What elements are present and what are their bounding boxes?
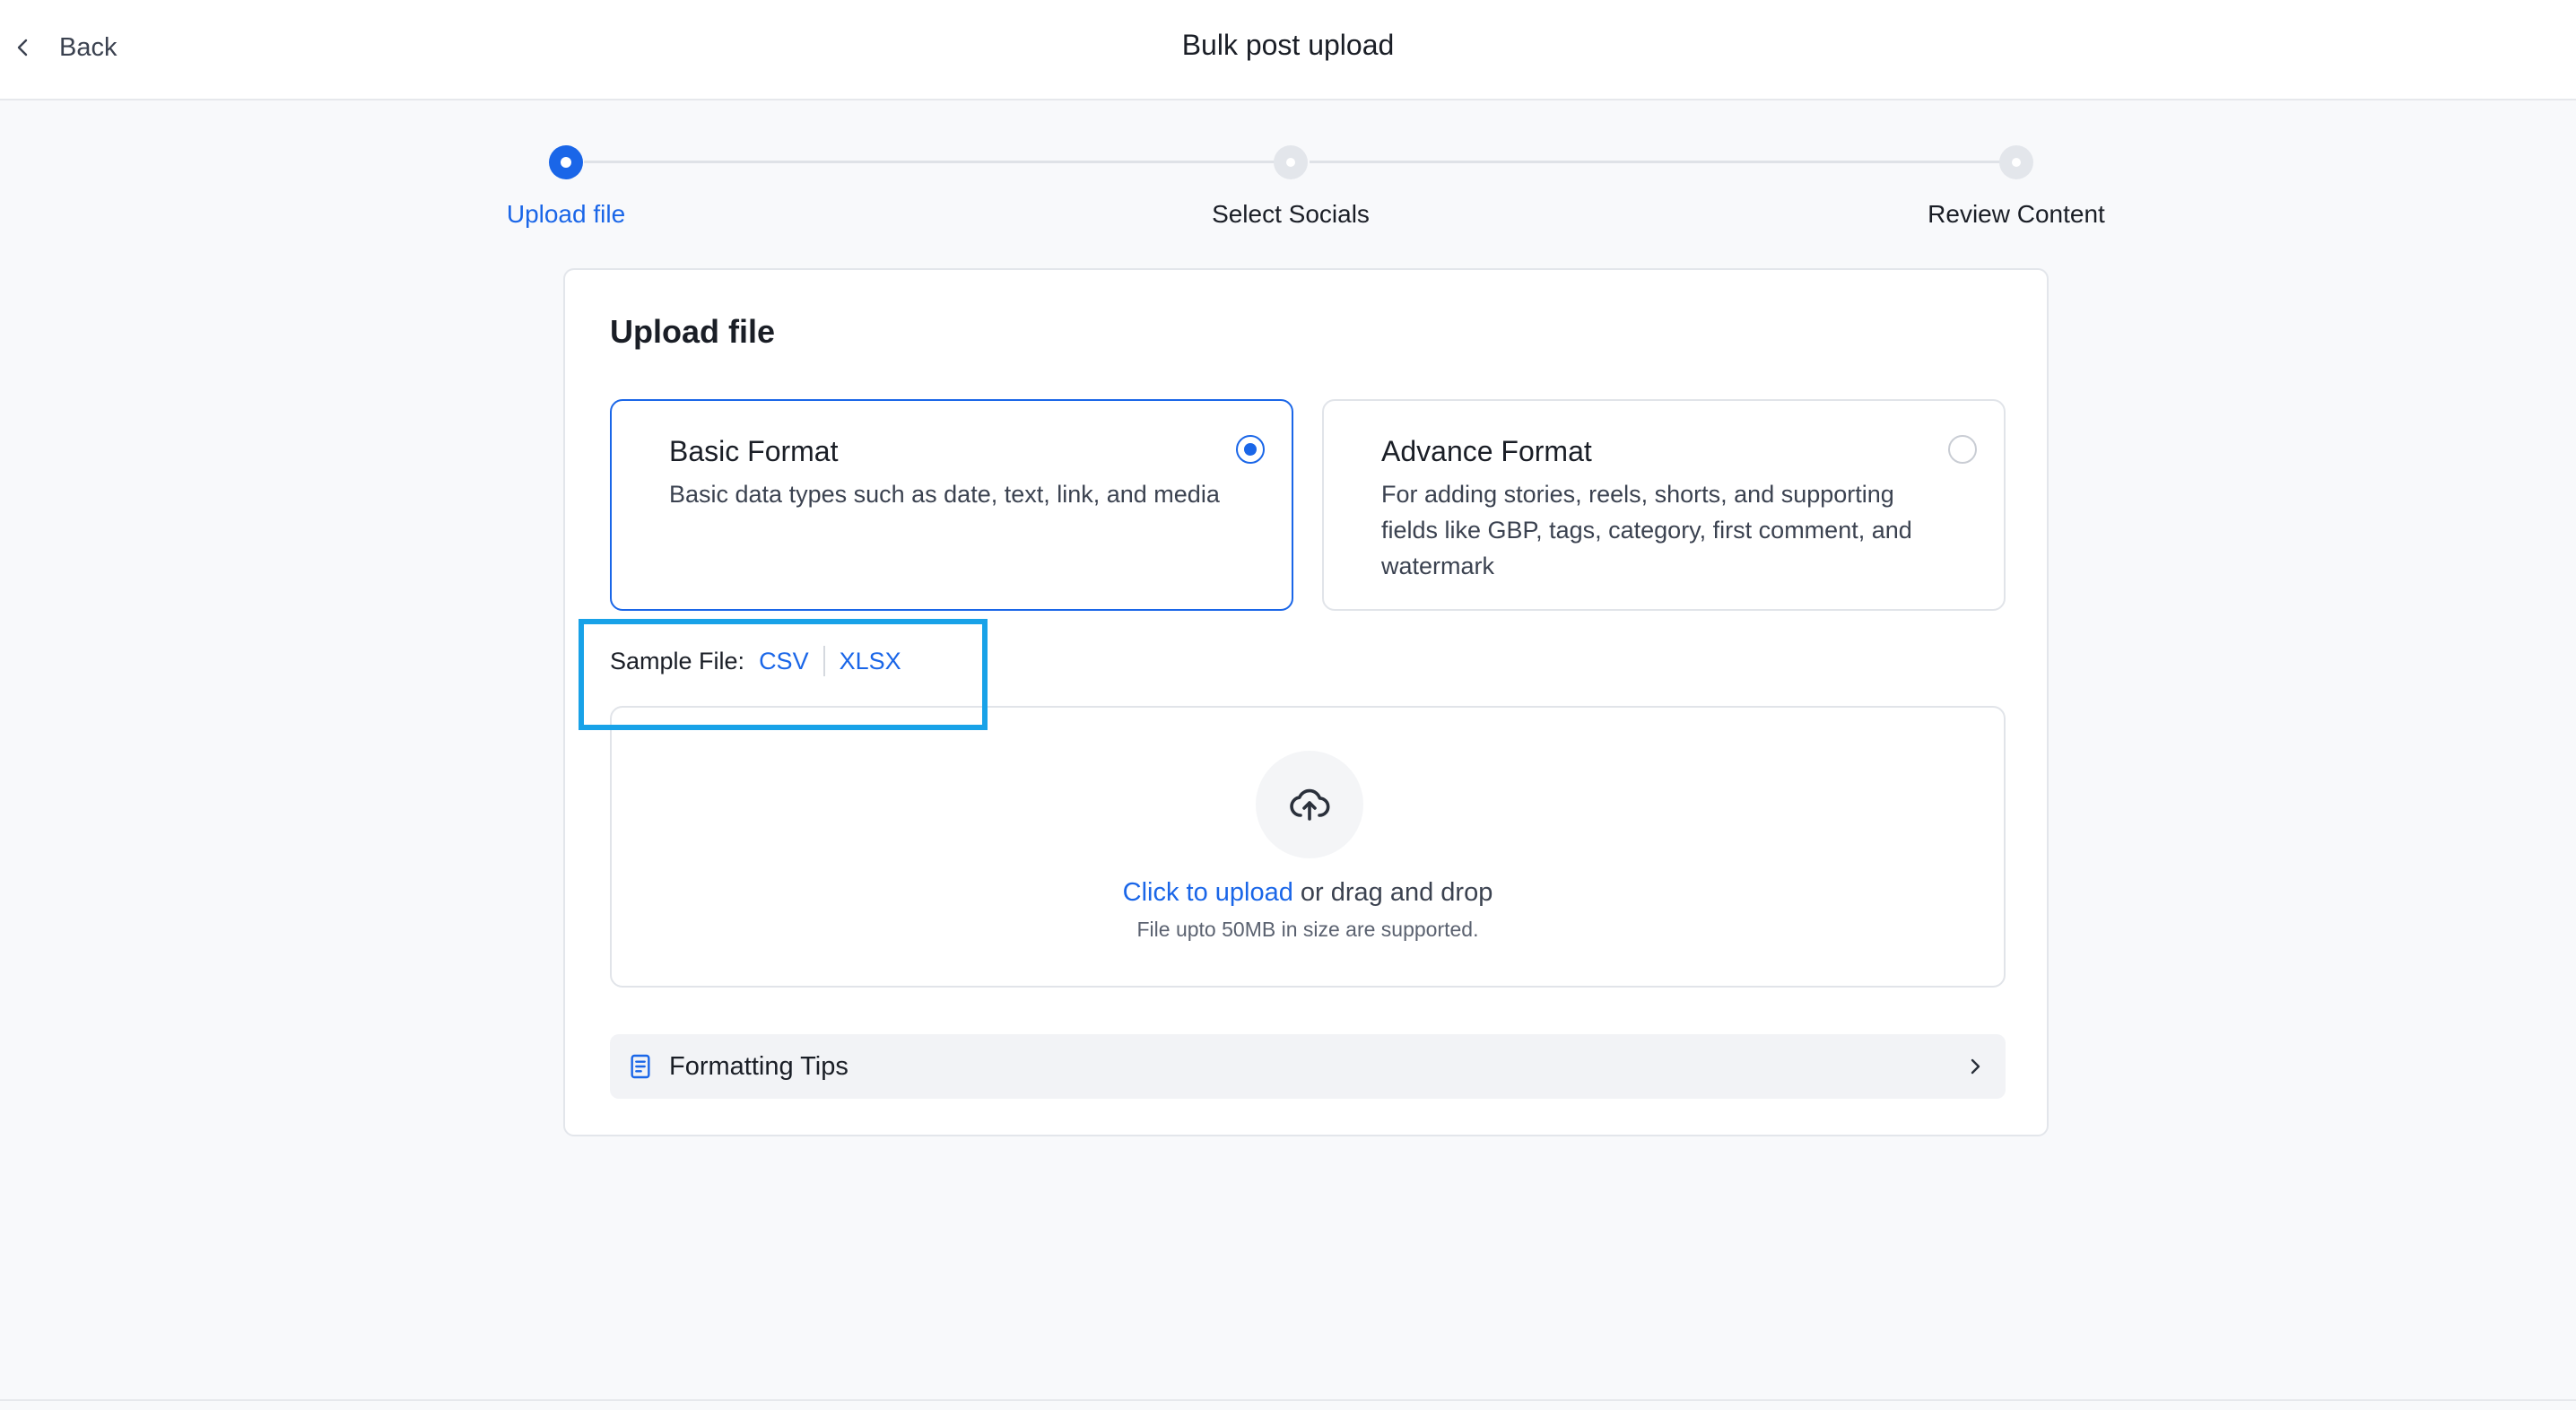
stepper-connector [584, 161, 1292, 163]
step-label-select-socials[interactable]: Select Socials [1212, 200, 1370, 229]
sample-file-row: Sample File: CSV XLSX [610, 641, 901, 681]
advance-format-title: Advance Format [1381, 435, 1592, 467]
advance-format-radio[interactable] [1948, 435, 1977, 464]
sample-xlsx-link[interactable]: XLSX [840, 648, 901, 675]
file-dropzone[interactable]: Click to upload or drag and drop File up… [610, 706, 2006, 988]
step-indicator-upload-file[interactable] [549, 145, 583, 179]
basic-format-description: Basic data types such as date, text, lin… [669, 481, 1220, 508]
dropzone-instructions: Click to upload or drag and drop [612, 878, 2004, 908]
sample-csv-link[interactable]: CSV [759, 648, 809, 675]
chevron-right-icon [1971, 1058, 1980, 1075]
top-bar: Back Bulk post upload [0, 0, 2576, 100]
sample-file-label: Sample File: [610, 647, 745, 675]
basic-format-option[interactable]: Basic Format Basic data types such as da… [610, 399, 1293, 611]
card-title: Upload file [610, 313, 776, 350]
basic-format-radio[interactable] [1236, 435, 1265, 464]
page-title: Bulk post upload [1181, 29, 1395, 61]
step-label-upload-file[interactable]: Upload file [507, 200, 625, 229]
document-icon [631, 1054, 650, 1079]
sample-divider [822, 646, 825, 676]
click-to-upload-link[interactable]: Click to upload [1123, 878, 1293, 907]
step-indicator-select-socials[interactable] [1274, 145, 1308, 179]
file-size-note: File upto 50MB in size are supported. [1136, 918, 1479, 941]
step-indicator-review-content[interactable] [1999, 145, 2033, 179]
advance-format-description: For adding stories, reels, shorts, and s… [1381, 481, 1912, 579]
advance-format-option[interactable]: Advance Format For adding stories, reels… [1322, 399, 2006, 611]
step-label-review-content[interactable]: Review Content [1928, 200, 2105, 229]
basic-format-title: Basic Format [669, 435, 839, 467]
drag-drop-text: or drag and drop [1292, 878, 1493, 907]
bottom-divider [0, 1399, 2576, 1401]
page: Back Bulk post upload Upload file Select… [0, 0, 2576, 1410]
upload-icon-circle [1256, 751, 1363, 858]
formatting-tips-label: Formatting Tips [669, 1051, 849, 1081]
cloud-upload-icon [1290, 788, 1330, 821]
formatting-tips-row[interactable]: Formatting Tips [610, 1034, 2006, 1099]
stepper-connector [1310, 161, 2017, 163]
upload-card: Upload file Basic Format Basic data type… [563, 268, 2049, 1136]
